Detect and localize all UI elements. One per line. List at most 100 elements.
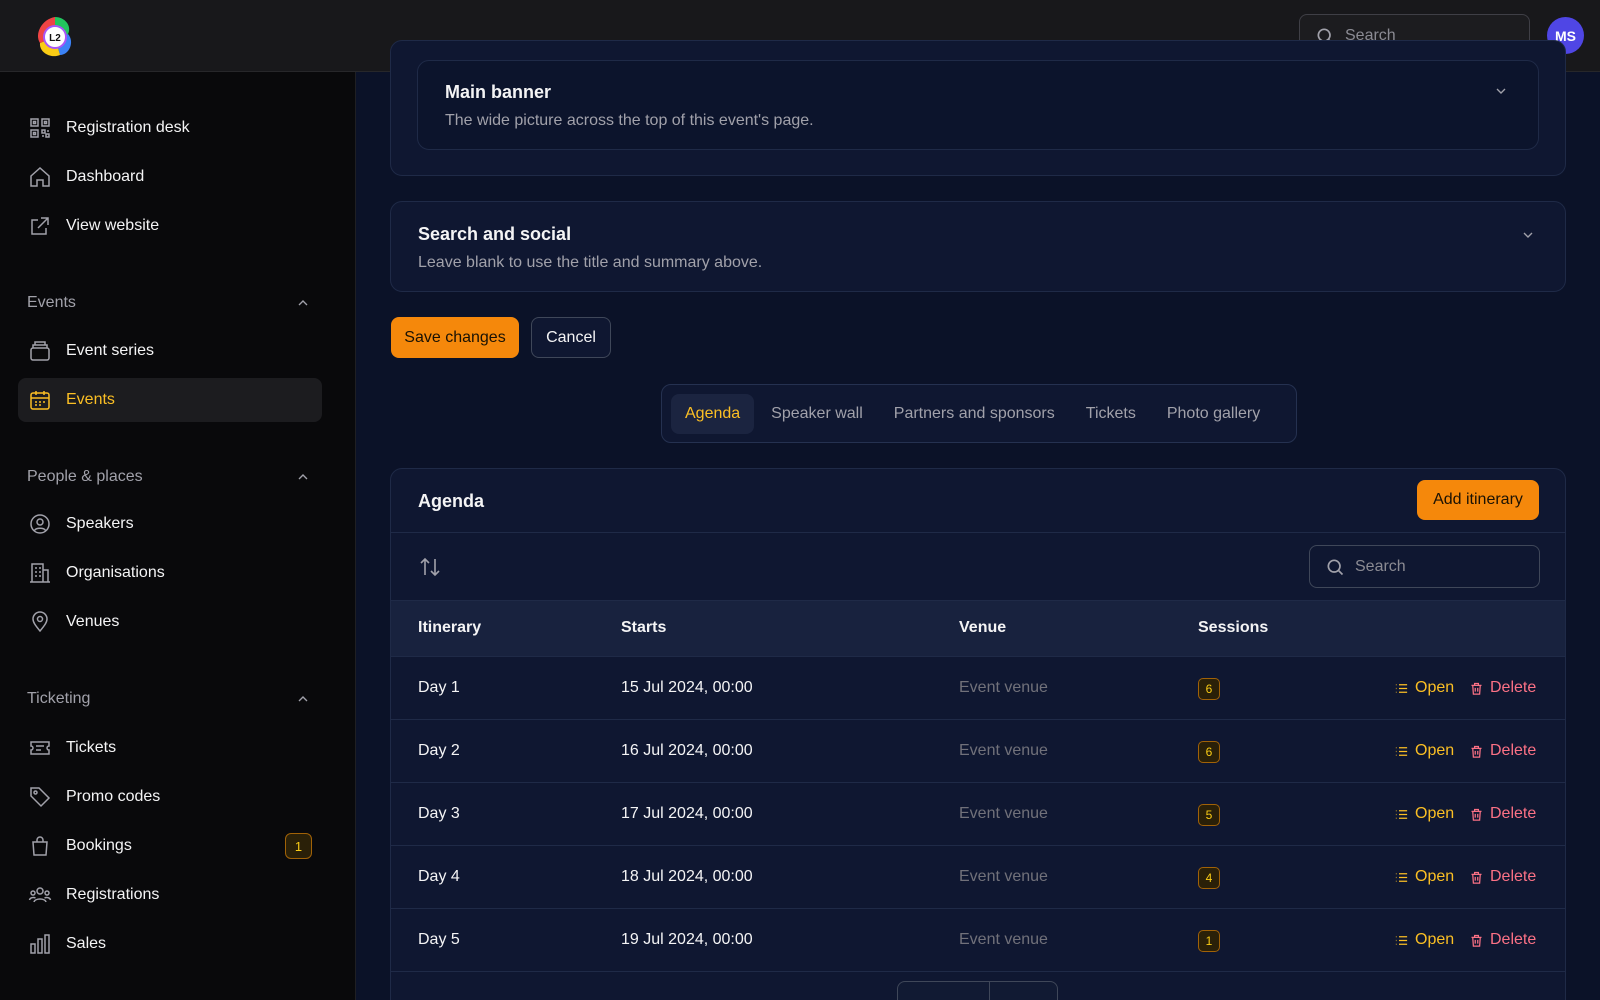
agenda-title: Agenda (418, 491, 485, 511)
main-banner-panel[interactable]: Main banner The wide picture across the … (417, 60, 1539, 150)
open-button[interactable]: Open (1394, 868, 1454, 886)
sidebar-item-organisations[interactable]: Organisations (18, 551, 322, 595)
starts-cell: 18 Jul 2024, 00:00 (621, 868, 753, 885)
external-link-icon (28, 214, 52, 238)
venue-cell: Event venue (959, 742, 1048, 759)
table-row[interactable]: Day 5 19 Jul 2024, 00:00 Event venue 1 O… (391, 909, 1565, 972)
sidebar-item-view-website[interactable]: View website (18, 204, 322, 248)
sidebar-item-label: Dashboard (66, 168, 145, 185)
search-social-title: Search and social (418, 224, 572, 244)
map-pin-icon (28, 610, 52, 634)
add-itinerary-button[interactable]: Add itinerary (1417, 480, 1539, 520)
sidebar-section-ticketing[interactable]: Ticketing (27, 690, 311, 708)
venue-cell: Event venue (959, 679, 1048, 696)
chevron-down-icon[interactable] (1493, 83, 1509, 99)
stack-icon (28, 339, 52, 363)
bar-chart-icon (28, 932, 52, 956)
cancel-button[interactable]: Cancel (531, 317, 611, 358)
list-icon (1395, 872, 1408, 882)
sidebar-item-events[interactable]: Events (18, 378, 322, 422)
sidebar-item-dashboard[interactable]: Dashboard (18, 155, 322, 199)
delete-label: Delete (1490, 931, 1537, 948)
tab-photo-gallery[interactable]: Photo gallery (1153, 394, 1274, 434)
sidebar-item-tickets[interactable]: Tickets (18, 726, 322, 770)
list-icon (1395, 935, 1408, 945)
open-button[interactable]: Open (1394, 742, 1454, 760)
table-row[interactable]: Day 1 15 Jul 2024, 00:00 Event venue 6 O… (391, 657, 1565, 720)
sidebar-item-label: Bookings (66, 837, 132, 854)
sidebar-section-events[interactable]: Events (27, 294, 311, 312)
table-row[interactable]: Day 4 18 Jul 2024, 00:00 Event venue 4 O… (391, 846, 1565, 909)
section-title: Ticketing (27, 690, 91, 707)
building-icon (28, 561, 52, 585)
calendar-icon (28, 388, 52, 412)
sort-icon[interactable] (418, 555, 442, 579)
agenda-toolbar (391, 533, 1565, 601)
table-footer (391, 972, 1565, 1000)
sessions-count-badge: 1 (1198, 930, 1220, 952)
sidebar-item-label: Registration desk (66, 119, 190, 136)
section-title: Events (27, 294, 76, 311)
sessions-count-badge: 4 (1198, 867, 1220, 889)
sidebar-item-label: Promo codes (66, 788, 161, 805)
delete-button[interactable]: Delete (1469, 679, 1536, 697)
table-row[interactable]: Day 3 17 Jul 2024, 00:00 Event venue 5 O… (391, 783, 1565, 846)
search-social-panel[interactable]: Search and social Leave blank to use the… (390, 201, 1566, 292)
content-tabs: Agenda Speaker wall Partners and sponsor… (661, 384, 1297, 443)
column-header-venue[interactable]: Venue (959, 619, 1006, 637)
sidebar-item-label: Tickets (66, 739, 117, 756)
delete-label: Delete (1490, 868, 1537, 885)
column-header-itinerary[interactable]: Itinerary (418, 619, 481, 637)
sidebar-item-label: Speakers (66, 515, 134, 532)
list-icon (1395, 746, 1408, 756)
open-button[interactable]: Open (1394, 931, 1454, 949)
chevron-down-icon[interactable] (1520, 227, 1536, 243)
save-changes-button[interactable]: Save changes (391, 317, 519, 358)
sessions-count-badge: 6 (1198, 678, 1220, 700)
itinerary-cell: Day 1 (418, 679, 460, 696)
open-button[interactable]: Open (1394, 679, 1454, 697)
itinerary-cell: Day 5 (418, 931, 460, 948)
column-header-starts[interactable]: Starts (621, 619, 666, 637)
search-social-subtitle: Leave blank to use the title and summary… (418, 254, 763, 271)
bookings-badge: 1 (285, 833, 312, 859)
pagination-controls[interactable] (897, 981, 1058, 1000)
delete-button[interactable]: Delete (1469, 742, 1536, 760)
sidebar-item-event-series[interactable]: Event series (18, 329, 322, 373)
table-search[interactable] (1309, 545, 1540, 588)
sidebar-item-label: Event series (66, 342, 155, 359)
list-icon (1395, 809, 1408, 819)
sidebar-section-people-places[interactable]: People & places (27, 468, 311, 486)
starts-cell: 19 Jul 2024, 00:00 (621, 931, 753, 948)
delete-button[interactable]: Delete (1469, 931, 1536, 949)
pagination-divider (989, 982, 990, 1000)
sidebar-item-promo-codes[interactable]: Promo codes (18, 775, 322, 819)
sidebar-item-label: Events (66, 391, 115, 408)
sidebar-item-registrations[interactable]: Registrations (18, 873, 322, 917)
tab-speaker-wall[interactable]: Speaker wall (757, 394, 877, 434)
chevron-up-icon (298, 696, 308, 702)
table-search-input[interactable] (1355, 557, 1515, 576)
app-logo[interactable]: L2 (32, 14, 78, 60)
chevron-up-icon (298, 474, 308, 480)
tab-agenda[interactable]: Agenda (671, 393, 755, 434)
column-header-sessions[interactable]: Sessions (1198, 619, 1268, 637)
delete-button[interactable]: Delete (1469, 805, 1536, 823)
sidebar-item-registration-desk[interactable]: Registration desk (18, 106, 322, 150)
delete-button[interactable]: Delete (1469, 868, 1536, 886)
starts-cell: 16 Jul 2024, 00:00 (621, 742, 753, 759)
table-row[interactable]: Day 2 16 Jul 2024, 00:00 Event venue 6 O… (391, 720, 1565, 783)
sidebar-item-bookings[interactable]: Bookings 1 (18, 824, 322, 868)
itinerary-cell: Day 4 (418, 868, 460, 885)
open-button[interactable]: Open (1394, 805, 1454, 823)
sidebar-item-label: View website (66, 217, 160, 234)
section-title: People & places (27, 468, 143, 485)
sidebar-item-speakers[interactable]: Speakers (18, 502, 322, 546)
open-label: Open (1415, 868, 1455, 885)
tab-tickets[interactable]: Tickets (1072, 394, 1150, 434)
starts-cell: 15 Jul 2024, 00:00 (621, 679, 753, 696)
tab-partners-sponsors[interactable]: Partners and sponsors (880, 394, 1069, 434)
sidebar-item-venues[interactable]: Venues (18, 600, 322, 644)
sidebar-item-sales[interactable]: Sales (18, 922, 322, 966)
search-icon (1327, 559, 1344, 575)
